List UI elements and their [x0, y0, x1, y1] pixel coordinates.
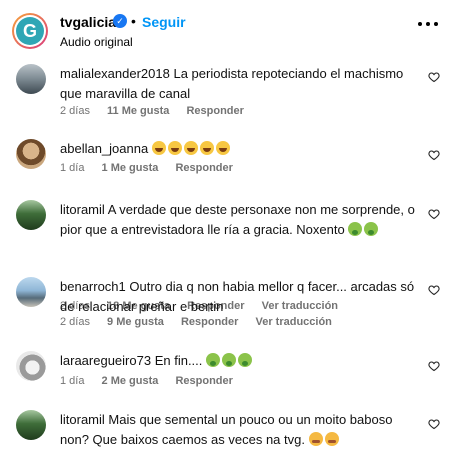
follow-button[interactable]: Seguir	[142, 14, 186, 30]
comment-body: A verdade que deste personaxe non me sor…	[60, 202, 415, 237]
angry-emoji-icon	[324, 432, 339, 446]
avatar[interactable]	[16, 351, 46, 381]
more-options-icon[interactable]	[418, 22, 438, 28]
post-header: G tvgalicia ✓ • Seguir Audio original	[0, 0, 450, 62]
comment-username[interactable]: malialexander2018	[60, 66, 170, 81]
avatar[interactable]	[16, 64, 46, 94]
laughing-emoji-icon	[151, 141, 166, 155]
comment-time: 1 día	[60, 375, 85, 387]
avatar[interactable]	[16, 139, 46, 169]
like-heart-icon[interactable]	[428, 71, 440, 83]
vomiting-emoji-icon	[364, 222, 379, 236]
like-heart-icon[interactable]	[428, 208, 440, 220]
comment-likes[interactable]: 11 Me gusta	[107, 105, 169, 117]
comment-likes[interactable]: 9 Me gusta	[107, 316, 164, 328]
comment-username[interactable]: litoramil	[60, 412, 105, 427]
comment-likes[interactable]: 2 Me gusta	[102, 375, 159, 387]
like-heart-icon[interactable]	[428, 284, 440, 296]
like-heart-icon[interactable]	[428, 149, 440, 161]
audio-label[interactable]: Audio original	[60, 35, 133, 49]
laughing-emoji-icon	[199, 141, 214, 155]
laughing-emoji-icon	[215, 141, 230, 155]
comment-time: 2 días	[60, 105, 90, 117]
like-heart-icon[interactable]	[428, 418, 440, 430]
comment-text: malialexander2018 La periodista repoteci…	[60, 64, 420, 104]
comment-body: En fin....	[154, 353, 203, 368]
comment-meta: 1 día 1 Me gusta Responder	[60, 162, 247, 174]
comment-text: abellan_joanna	[60, 139, 420, 159]
translate-button[interactable]: Ver traducción	[255, 316, 331, 328]
comment-text: benarroch1 Outro dia q non habia mellor …	[60, 277, 420, 317]
reply-button[interactable]: Responder	[181, 316, 238, 328]
comment-text: litoramil A verdade que deste personaxe …	[60, 200, 420, 240]
vomiting-emoji-icon	[206, 353, 221, 367]
account-avatar[interactable]: G	[12, 13, 48, 49]
avatar[interactable]	[16, 200, 46, 230]
comment-time: 2 días	[60, 316, 90, 328]
avatar[interactable]	[16, 277, 46, 307]
reply-button[interactable]: Responder	[175, 162, 232, 174]
verified-badge-icon: ✓	[113, 14, 127, 28]
laughing-emoji-icon	[167, 141, 182, 155]
account-name[interactable]: tvgalicia	[60, 14, 116, 30]
comment-text: litoramil Mais que semental un pouco ou …	[60, 410, 420, 450]
vomiting-emoji-icon	[238, 353, 253, 367]
like-heart-icon[interactable]	[428, 360, 440, 372]
comment-likes[interactable]: 1 Me gusta	[102, 162, 159, 174]
reply-button[interactable]: Responder	[186, 105, 243, 117]
vomiting-emoji-icon	[348, 222, 363, 236]
vomiting-emoji-icon	[222, 353, 237, 367]
reply-button[interactable]: Responder	[175, 375, 232, 387]
comment-emojis	[151, 141, 232, 156]
comment-meta: 2 días 11 Me gusta Responder	[60, 105, 258, 117]
comment-username[interactable]: abellan_joanna	[60, 141, 148, 156]
comment-body: Mais que semental un pouco ou un moito b…	[60, 412, 393, 447]
tvg-logo-icon: G	[16, 17, 44, 45]
comment-username[interactable]: laraaregueiro73	[60, 353, 151, 368]
laughing-emoji-icon	[183, 141, 198, 155]
comment-username[interactable]: benarroch1	[60, 279, 126, 294]
comment-text: laraaregueiro73 En fin....	[60, 351, 420, 371]
comment-meta: 1 día 2 Me gusta Responder	[60, 375, 247, 387]
comment-username[interactable]: litoramil	[60, 202, 105, 217]
angry-emoji-icon	[308, 432, 323, 446]
comment-time: 1 día	[60, 162, 85, 174]
comment-meta: 2 días 9 Me gusta Responder Ver traducci…	[60, 316, 346, 328]
avatar[interactable]	[16, 410, 46, 440]
separator-dot: •	[131, 13, 136, 29]
